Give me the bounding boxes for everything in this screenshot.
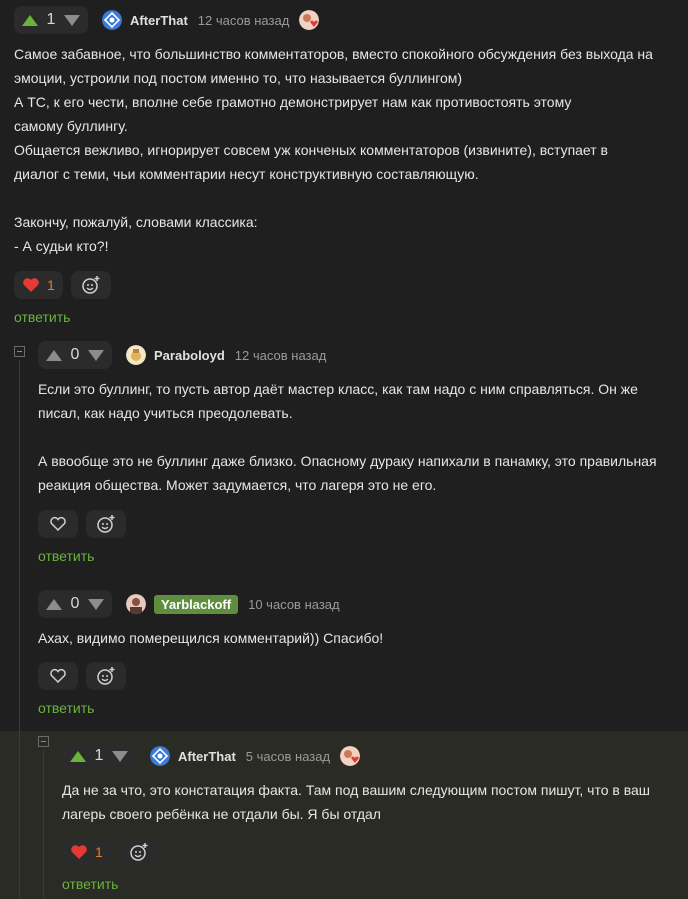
avatar[interactable] bbox=[102, 10, 122, 30]
downvote-icon[interactable] bbox=[88, 349, 104, 361]
heart-icon bbox=[71, 845, 87, 859]
thread-line bbox=[19, 360, 20, 899]
comment-header: 1 AfterThat 12 часов назад bbox=[14, 6, 320, 34]
reply-link[interactable]: ответить bbox=[38, 700, 94, 716]
avatar[interactable] bbox=[126, 345, 146, 365]
add-reaction-button[interactable] bbox=[86, 662, 126, 690]
rating-score: 1 bbox=[94, 747, 104, 764]
heart-outline-icon bbox=[50, 516, 66, 532]
upvote-icon[interactable] bbox=[70, 750, 86, 762]
author-nickname[interactable]: AfterThat bbox=[178, 749, 236, 764]
like-count: 1 bbox=[95, 844, 103, 860]
downvote-icon[interactable] bbox=[112, 750, 128, 762]
comment-actions bbox=[38, 510, 126, 538]
comment-actions: 1 bbox=[14, 271, 111, 299]
like-count: 1 bbox=[47, 277, 55, 293]
reply-link[interactable]: ответить bbox=[62, 876, 118, 892]
like-button[interactable]: 1 bbox=[62, 838, 111, 866]
reply-link[interactable]: ответить bbox=[14, 309, 70, 325]
comment-text: Да не за что, это констатация факта. Там… bbox=[62, 782, 651, 822]
heart-icon bbox=[23, 278, 39, 292]
collapse-thread-button[interactable] bbox=[14, 346, 25, 357]
rating-box: 0 bbox=[38, 341, 112, 369]
rating-score: 0 bbox=[70, 346, 80, 363]
add-emoji-icon bbox=[130, 843, 148, 861]
add-reaction-button[interactable] bbox=[70, 271, 111, 299]
comment-time: 5 часов назад bbox=[245, 748, 331, 764]
comment-text: Ахах, видимо померещился комментарий)) С… bbox=[38, 630, 384, 646]
add-emoji-icon bbox=[82, 276, 100, 294]
add-emoji-icon bbox=[97, 667, 115, 685]
upvote-icon[interactable] bbox=[46, 349, 62, 361]
comment-text: Самое забавное, что большинство коммента… bbox=[14, 46, 653, 254]
upvote-icon[interactable] bbox=[22, 14, 38, 26]
reply-link[interactable]: ответить bbox=[38, 548, 94, 564]
downvote-icon[interactable] bbox=[88, 598, 104, 610]
comment-header: 0 Yarblackoff 10 часов назад bbox=[38, 590, 340, 618]
rating-score: 0 bbox=[70, 595, 80, 612]
comment-actions: 1 bbox=[62, 838, 159, 866]
rating-box: 1 bbox=[62, 742, 136, 770]
heart-outline-icon bbox=[50, 668, 66, 684]
thread-line bbox=[43, 750, 44, 899]
author-nickname[interactable]: AfterThat bbox=[130, 13, 188, 28]
add-reaction-button[interactable] bbox=[86, 510, 126, 538]
avatar[interactable] bbox=[150, 746, 170, 766]
downvote-icon[interactable] bbox=[64, 14, 80, 26]
like-button[interactable] bbox=[38, 510, 78, 538]
comment-time: 10 часов назад bbox=[248, 596, 340, 612]
comment-text: Если это буллинг, то пусть автор даёт ма… bbox=[38, 381, 657, 493]
author-nickname[interactable]: Yarblackoff bbox=[154, 594, 239, 614]
rating-box: 0 bbox=[38, 590, 112, 618]
comment-header: 1 AfterThat 5 часов назад bbox=[62, 742, 361, 770]
author-nickname[interactable]: Paraboloyd bbox=[154, 348, 225, 363]
like-button[interactable] bbox=[38, 662, 78, 690]
avatar[interactable] bbox=[126, 594, 146, 614]
collapse-thread-button[interactable] bbox=[38, 736, 49, 747]
upvote-icon[interactable] bbox=[46, 598, 62, 610]
award-badge-icon bbox=[340, 746, 361, 766]
comment-header: 0 Paraboloyd 12 часов назад bbox=[38, 341, 326, 369]
add-reaction-button[interactable] bbox=[118, 838, 159, 866]
comment-time: 12 часов назад bbox=[234, 347, 327, 363]
award-badge-icon bbox=[299, 10, 320, 30]
comment-time: 12 часов назад bbox=[197, 12, 290, 28]
comment-actions bbox=[38, 662, 126, 690]
add-emoji-icon bbox=[97, 515, 115, 533]
rating-score: 1 bbox=[46, 11, 56, 28]
rating-box: 1 bbox=[14, 6, 88, 34]
like-button[interactable]: 1 bbox=[14, 271, 63, 299]
